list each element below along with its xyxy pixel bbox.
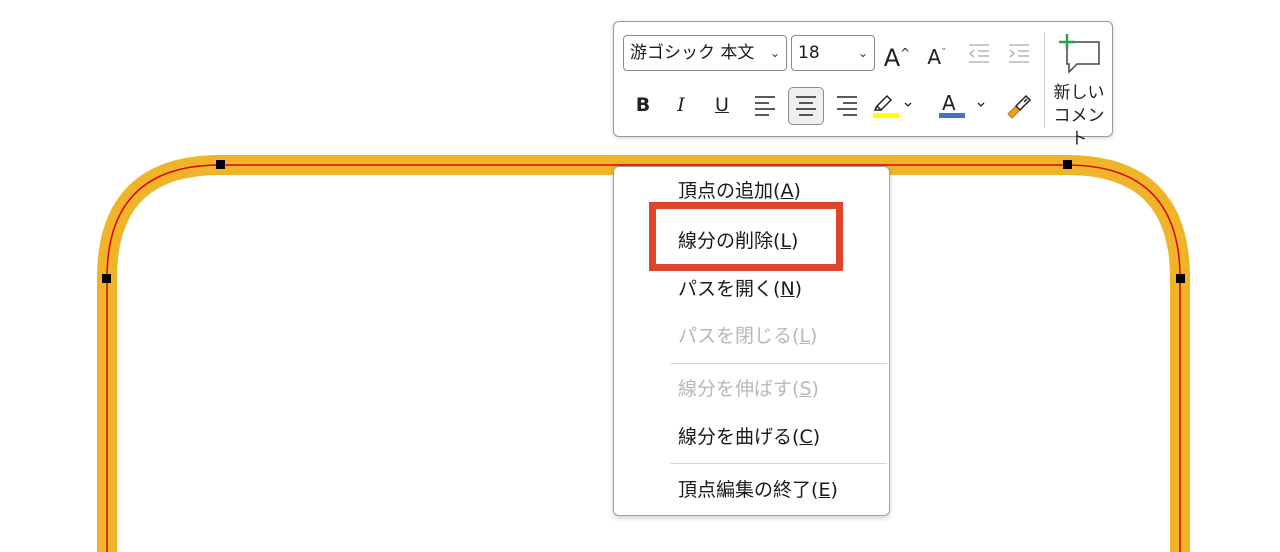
- vertex-handle[interactable]: [102, 274, 111, 283]
- bold-button[interactable]: B: [626, 88, 660, 122]
- paintbrush-icon: [1007, 94, 1032, 119]
- vertex-handle[interactable]: [1063, 160, 1072, 169]
- increase-indent-button[interactable]: [1002, 36, 1036, 70]
- italic-button[interactable]: I: [664, 88, 698, 122]
- menu-item-exit-edit-points[interactable]: 頂点編集の終了(E): [678, 478, 838, 502]
- vertex-handle[interactable]: [216, 160, 225, 169]
- grow-font-button[interactable]: A^: [880, 36, 914, 72]
- font-name-value: 游ゴシック 本文: [630, 43, 755, 63]
- align-center-icon: [796, 96, 816, 116]
- font-size-value: 18: [798, 43, 820, 63]
- font-name-select[interactable]: 游ゴシック 本文 ⌄: [623, 35, 787, 71]
- align-right-button[interactable]: [830, 88, 864, 122]
- toolbar-divider: [1044, 32, 1045, 128]
- align-left-button[interactable]: [748, 88, 782, 122]
- menu-divider: [670, 363, 887, 364]
- decrease-indent-icon: [968, 44, 989, 63]
- align-center-button[interactable]: [788, 87, 824, 125]
- highlighter-icon: [873, 94, 912, 118]
- menu-item-curved-segment[interactable]: 線分を曲げる(C): [678, 425, 820, 449]
- decrease-indent-button[interactable]: [962, 36, 996, 70]
- shrink-font-button[interactable]: Aˇ: [920, 36, 954, 70]
- svg-text:A: A: [942, 91, 956, 115]
- align-left-icon: [755, 96, 775, 116]
- menu-item-open-path[interactable]: パスを開く(N): [678, 277, 802, 301]
- menu-item-add-point[interactable]: 頂点の追加(A): [678, 179, 801, 203]
- mini-toolbar: 游ゴシック 本文 ⌄ 18 ⌄ A^ Aˇ B I U A 新しい コメント: [613, 21, 1113, 149]
- new-comment-label: 新しい コメント: [1053, 83, 1105, 149]
- new-comment-icon: [1059, 34, 1100, 74]
- highlight-annotation-box: [649, 202, 843, 271]
- menu-divider: [670, 463, 887, 464]
- grow-font-icon: A^: [883, 44, 911, 72]
- font-color-button[interactable]: A: [936, 88, 986, 122]
- format-painter-button[interactable]: [1002, 88, 1036, 122]
- new-comment-button[interactable]: 新しい コメント: [1047, 28, 1111, 149]
- underline-button[interactable]: U: [705, 88, 739, 122]
- align-right-icon: [837, 96, 857, 116]
- chevron-down-icon: ⌄: [857, 46, 868, 60]
- vertex-handle[interactable]: [1176, 274, 1185, 283]
- shrink-font-icon: Aˇ: [927, 44, 947, 69]
- increase-indent-icon: [1009, 44, 1029, 63]
- menu-item-straight-segment: 線分を伸ばす(S): [678, 378, 819, 400]
- font-size-select[interactable]: 18 ⌄: [791, 35, 875, 71]
- menu-item-close-path: パスを閉じる(L): [678, 325, 818, 347]
- font-color-icon: A: [939, 91, 985, 118]
- highlight-color-button[interactable]: [870, 88, 916, 122]
- chevron-down-icon: ⌄: [769, 46, 780, 60]
